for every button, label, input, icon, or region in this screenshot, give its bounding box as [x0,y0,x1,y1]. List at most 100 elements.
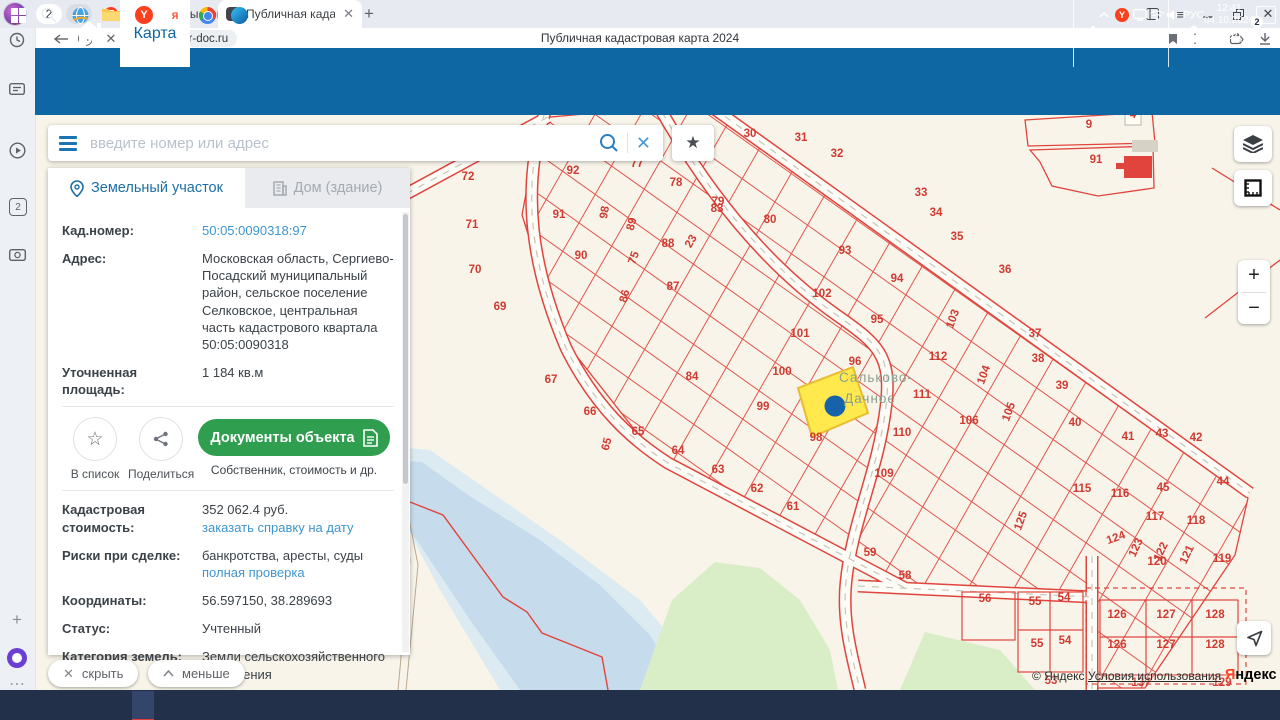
share-button[interactable] [139,417,183,461]
parcel-number[interactable]: 45 [1157,482,1170,494]
parcel-number[interactable]: 111 [913,389,932,401]
parcel-number[interactable]: 62 [751,483,764,495]
parcel-number[interactable]: 98 [810,432,823,444]
parcel-number[interactable]: 41 [1122,431,1135,443]
close-tab-icon[interactable]: ✕ [343,6,354,22]
measure-area-button[interactable] [1234,170,1272,206]
parcel-number[interactable]: 92 [567,165,580,177]
parcel-number[interactable]: 93 [839,245,852,257]
zoom-in-button[interactable]: + [1238,260,1270,292]
parcel-number[interactable]: 43 [1156,428,1169,440]
parcel-number[interactable]: 30 [744,128,757,140]
parcel-number[interactable]: 58 [899,570,912,582]
geolocation-button[interactable] [1237,621,1271,655]
feed-icon[interactable] [7,80,27,100]
object-documents-button[interactable]: Документы объекта [198,419,390,456]
parcel-number[interactable]: 119 [1213,553,1232,565]
parcel-number[interactable]: 96 [849,356,862,368]
zoom-out-button[interactable]: − [1238,293,1270,325]
screenshot-icon[interactable] [7,244,27,264]
parcel-number[interactable]: 34 [930,207,943,219]
yandex-browser-icon[interactable]: Y [134,5,154,25]
parcel-number[interactable]: 9 [1086,119,1092,131]
parcel-number[interactable]: 64 [672,445,685,457]
parcel-number[interactable]: 87 [667,281,680,293]
parcel-number[interactable]: 80 [764,214,777,226]
parcel-number[interactable]: 120 [1147,556,1166,568]
parcel-number[interactable]: 99 [757,401,770,413]
taskbar-search-icon[interactable] [39,5,59,25]
parcel-number[interactable]: 117 [1146,511,1165,523]
parcel-number[interactable]: 72 [462,171,475,183]
parcel-number[interactable]: 127 [1156,609,1175,621]
layers-button[interactable] [1234,126,1272,162]
parcel-number[interactable]: 69 [494,301,507,313]
clock[interactable]: 12:41 04.10.2024 [1200,3,1258,27]
order-certificate-link[interactable]: заказать справку на дату [202,519,394,536]
parcel-number[interactable]: 84 [686,371,699,383]
parcel-number[interactable]: 55 [1031,638,1044,650]
parcel-number[interactable]: 70 [469,264,482,276]
parcel-number[interactable]: 65 [632,426,645,438]
parcel-number[interactable]: 67 [545,374,558,386]
parcel-number[interactable]: 37 [1029,328,1042,340]
parcel-number[interactable]: 116 [1111,488,1130,500]
parcel-number[interactable]: 44 [1217,476,1230,488]
edge-icon[interactable] [229,5,249,25]
parcel-number[interactable]: 127 [1156,639,1175,651]
parcel-number[interactable]: 71 [466,219,479,231]
parcel-number[interactable]: 56 [979,593,992,605]
parcel-number[interactable]: 40 [1069,417,1082,429]
chrome-icon[interactable] [197,5,217,25]
parcel-number[interactable]: 128 [1205,609,1225,621]
parcel-number[interactable]: 91 [1090,154,1103,166]
parcel-number[interactable]: 38 [1032,353,1045,365]
parcel-number[interactable]: 4 [1130,115,1137,121]
parcel-number[interactable]: 55 [1029,596,1042,608]
parcel-number[interactable]: 102 [812,288,831,300]
parcel-number[interactable]: 29 [707,115,720,117]
cadastral-number-link[interactable]: 50:05:0090318:97 [202,222,394,239]
tab-building[interactable]: Дом (здание) [245,168,410,208]
parcel-number[interactable]: 59 [864,547,877,559]
tray-chevron-icon[interactable] [1094,5,1114,25]
alice-assistant-icon[interactable] [7,648,27,668]
parcel-number[interactable]: 126 [1107,609,1126,621]
video-icon[interactable] [7,140,27,160]
parcel-number[interactable]: 91 [553,209,566,221]
start-button[interactable] [8,5,28,25]
parcel-number[interactable]: 95 [871,314,884,326]
parcel-number[interactable]: 35 [951,231,964,243]
parcel-number[interactable]: 42 [1190,432,1203,444]
parcel-number[interactable]: 118 [1187,515,1206,527]
favorites-button[interactable]: ★ [672,125,714,161]
yandex-app-icon[interactable]: Я [165,5,185,25]
parcel-number[interactable]: 78 [670,177,683,189]
parcel-number[interactable]: 94 [891,273,904,285]
parcel-number[interactable]: 100 [772,366,791,378]
collapse-panel-button[interactable]: меньше [148,660,245,687]
download-icon[interactable] [1256,30,1274,47]
parcel-number[interactable]: 54 [1059,635,1072,647]
parcel-number[interactable]: 31 [795,132,808,144]
parcel-number[interactable]: 83 [711,203,724,215]
parcel-number[interactable]: 66 [584,406,597,418]
parcel-number[interactable]: 110 [893,427,912,439]
parcel-number[interactable]: 36 [999,264,1012,276]
parcel-number[interactable]: 126 [1107,639,1126,651]
sidebar-add-icon[interactable]: + [7,610,27,630]
parcel-number[interactable]: 63 [712,464,725,476]
tab-land-parcel[interactable]: Земельный участок [48,168,245,208]
parcel-number[interactable]: 54 [1058,592,1071,604]
menu-button[interactable] [48,125,88,161]
hide-panel-button[interactable]: ✕ скрыть [48,660,138,687]
history-icon[interactable] [7,30,27,50]
parcel-number[interactable]: 33 [915,187,928,199]
browser-globe-icon[interactable] [70,5,90,25]
parcel-number[interactable]: 88 [662,238,675,250]
action-center-icon[interactable]: 2 [1256,6,1276,24]
yandex-logo[interactable]: Яндекс [1225,667,1277,683]
volume-icon[interactable] [1163,5,1183,25]
parcel-number[interactable]: 115 [1073,483,1092,495]
full-check-link[interactable]: полная проверка [202,564,394,581]
